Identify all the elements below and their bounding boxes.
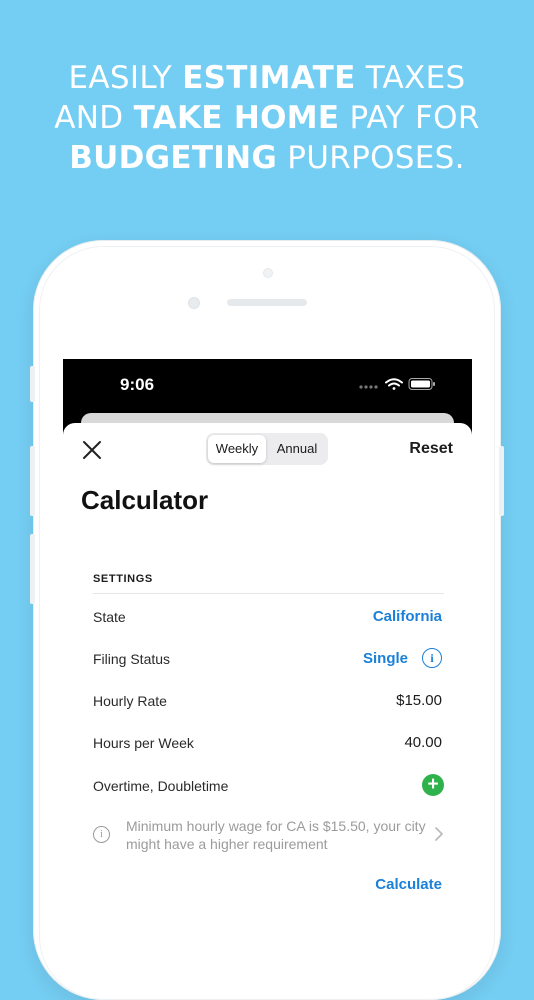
page-title: Calculator xyxy=(81,485,209,515)
row-hourly-rate[interactable]: Hourly Rate $15.00 xyxy=(93,690,442,714)
phone-screen: 9:06 Weekly Annual Reset Calculator SETT… xyxy=(63,359,472,950)
signal-icon xyxy=(359,385,378,389)
status-icons xyxy=(359,378,435,390)
headline-line-1: EASILY ESTIMATE TAXES xyxy=(68,60,466,96)
settings-section-label: SETTINGS xyxy=(93,573,153,585)
wifi-icon xyxy=(385,378,403,390)
headline-line-3: BUDGETING PURPOSES. xyxy=(69,140,465,176)
front-camera-icon xyxy=(188,297,200,309)
filing-status-value[interactable]: Single xyxy=(363,650,408,667)
chevron-right-icon xyxy=(435,827,443,841)
earpiece-speaker xyxy=(227,299,307,306)
calculator-sheet: Weekly Annual Reset Calculator SETTINGS … xyxy=(63,423,472,950)
segment-annual[interactable]: Annual xyxy=(268,435,326,463)
battery-icon xyxy=(408,378,435,390)
phone-side-button-1 xyxy=(30,366,35,402)
row-label: Hourly Rate xyxy=(93,693,167,709)
state-value[interactable]: California xyxy=(373,608,442,625)
info-icon: i xyxy=(93,826,110,843)
row-hours-per-week[interactable]: Hours per Week 40.00 xyxy=(93,732,442,756)
settings-divider xyxy=(93,593,444,594)
hours-per-week-value[interactable]: 40.00 xyxy=(404,734,442,751)
row-overtime[interactable]: Overtime, Doubletime + xyxy=(93,774,444,799)
note-text: Minimum hourly wage for CA is $15.50, yo… xyxy=(126,818,426,852)
info-icon[interactable]: i xyxy=(422,648,442,668)
phone-side-button-3 xyxy=(30,534,35,604)
row-filing-status[interactable]: Filing Status Single i xyxy=(93,648,442,672)
promo-headline: EASILY ESTIMATE TAXES AND TAKE HOME PAY … xyxy=(0,58,534,178)
segment-weekly[interactable]: Weekly xyxy=(208,435,266,463)
reset-button[interactable]: Reset xyxy=(409,440,453,458)
calculate-button[interactable]: Calculate xyxy=(375,876,442,893)
row-label: State xyxy=(93,609,126,625)
plus-icon[interactable]: + xyxy=(422,774,444,796)
row-label: Overtime, Doubletime xyxy=(93,778,229,794)
row-state[interactable]: State California xyxy=(93,606,442,630)
close-icon[interactable] xyxy=(81,439,103,461)
front-sensor-icon xyxy=(263,268,273,278)
status-time: 9:06 xyxy=(120,375,155,394)
headline-line-2: AND TAKE HOME PAY FOR xyxy=(54,100,480,136)
row-label: Filing Status xyxy=(93,651,171,667)
hourly-rate-value[interactable]: $15.00 xyxy=(396,692,442,709)
phone-side-button-4 xyxy=(499,446,504,516)
phone-side-button-2 xyxy=(30,446,35,516)
row-label: Hours per Week xyxy=(93,735,194,751)
minimum-wage-note[interactable]: i Minimum hourly wage for CA is $15.50, … xyxy=(93,817,444,857)
period-segmented-control: Weekly Annual xyxy=(206,433,328,465)
